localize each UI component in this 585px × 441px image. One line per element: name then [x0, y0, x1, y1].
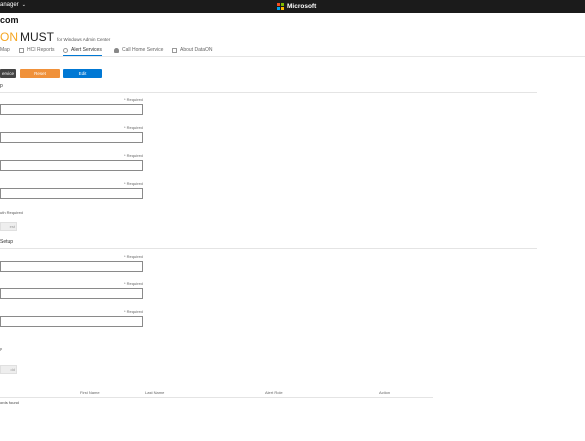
required-label: * Required	[124, 181, 143, 186]
tab-alert-services-label: Alert Services	[71, 47, 102, 53]
column-first-name: First Name	[80, 390, 100, 395]
smtp-field-1[interactable]	[0, 104, 143, 115]
required-label: * Required	[124, 97, 143, 102]
brand-must: MUST	[20, 30, 54, 44]
brand-on: ON	[0, 30, 18, 44]
column-last-name: Last Name	[145, 390, 165, 395]
column-action: Action	[379, 390, 391, 395]
app-switcher-label: anager	[0, 2, 19, 8]
required-label: * Required	[124, 281, 143, 286]
test-button[interactable]: est	[0, 222, 17, 231]
domain-title: com	[0, 15, 19, 25]
add-button[interactable]: dd	[0, 365, 17, 374]
app-switcher[interactable]: anager ⌄	[0, 2, 26, 8]
service-button[interactable]: ervice	[0, 69, 16, 78]
recipient-small-label: p	[0, 346, 3, 351]
edit-button[interactable]: Edit	[63, 69, 102, 78]
reset-button[interactable]: Reset	[20, 69, 60, 78]
tab-call-home-label: Call Home Service	[122, 47, 164, 53]
recipient-divider	[0, 248, 537, 249]
microsoft-logo-icon	[277, 3, 284, 10]
required-label: * Required	[124, 254, 143, 259]
recipient-field-2[interactable]	[0, 288, 143, 299]
tab-hci-reports[interactable]: HCI Reports	[19, 47, 55, 53]
empty-table-message: ords found	[0, 400, 19, 405]
auth-required-note: uth Required	[0, 210, 23, 215]
smtp-field-2[interactable]	[0, 132, 143, 143]
tabs-divider	[0, 56, 585, 57]
tab-about-dataon-label: About DataON	[180, 47, 213, 53]
info-icon	[172, 47, 177, 53]
required-label: * Required	[124, 309, 143, 314]
column-alert-role: Alert Role	[265, 390, 283, 395]
tab-about-dataon[interactable]: About DataON	[172, 47, 213, 53]
tab-hci-reports-label: HCI Reports	[27, 47, 55, 53]
table-header: First Name Last Name Alert Role Action	[0, 390, 433, 397]
alert-icon	[63, 47, 68, 53]
tab-alert-services[interactable]: Alert Services	[63, 47, 102, 56]
chevron-down-icon: ⌄	[21, 2, 26, 8]
recipient-field-1[interactable]	[0, 261, 143, 272]
table-header-divider	[0, 397, 433, 398]
microsoft-brand: Microsoft	[277, 3, 316, 10]
report-icon	[19, 47, 24, 53]
brand-subtitle: for Windows Admin Center	[57, 37, 111, 42]
top-bar: anager ⌄ Microsoft	[0, 0, 585, 13]
person-icon	[114, 47, 119, 53]
tab-call-home[interactable]: Call Home Service	[114, 47, 163, 53]
tab-map[interactable]: Map	[0, 47, 10, 53]
tab-map-label: Map	[0, 47, 10, 53]
recipient-field-3[interactable]	[0, 316, 143, 327]
recipient-section-title: Setup	[0, 239, 14, 245]
product-title: ON MUST for Windows Admin Center	[0, 30, 110, 44]
microsoft-text: Microsoft	[287, 3, 317, 10]
required-label: * Required	[124, 153, 143, 158]
smtp-divider	[0, 92, 537, 93]
smtp-field-4[interactable]	[0, 188, 143, 199]
smtp-field-3[interactable]	[0, 160, 143, 171]
tab-bar: Map HCI Reports Alert Services Call Home…	[0, 46, 585, 56]
required-label: * Required	[124, 125, 143, 130]
smtp-section-title: p	[0, 83, 3, 89]
